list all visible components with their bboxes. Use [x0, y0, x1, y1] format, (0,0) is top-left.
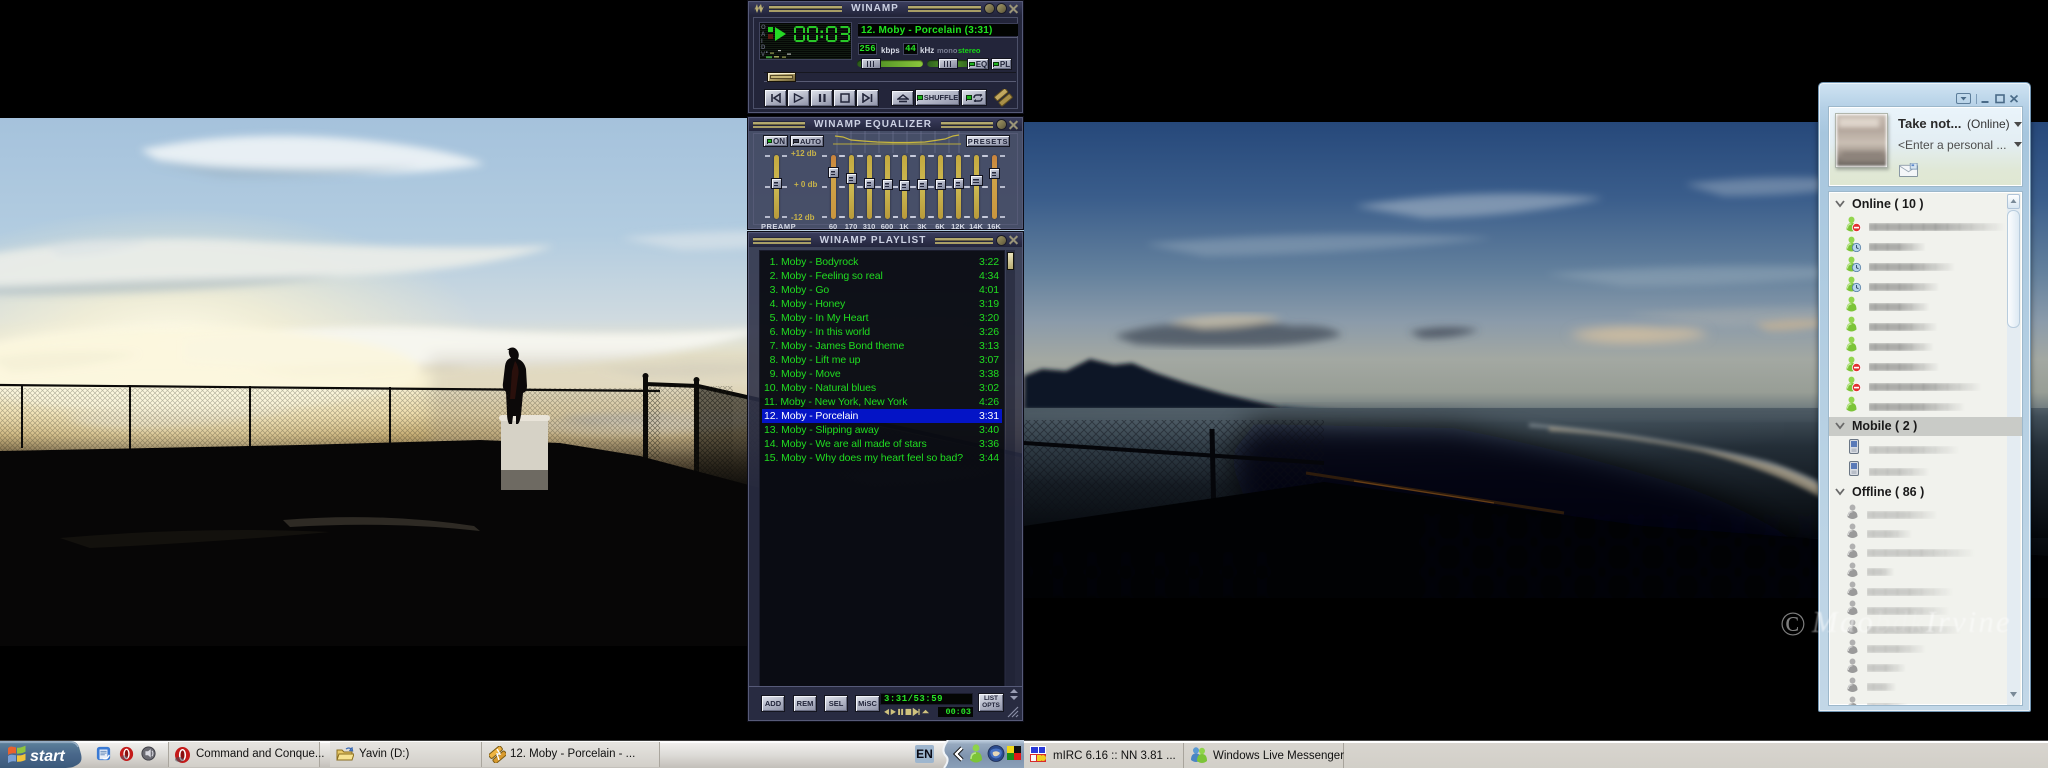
- svg-text:start: start: [30, 748, 65, 765]
